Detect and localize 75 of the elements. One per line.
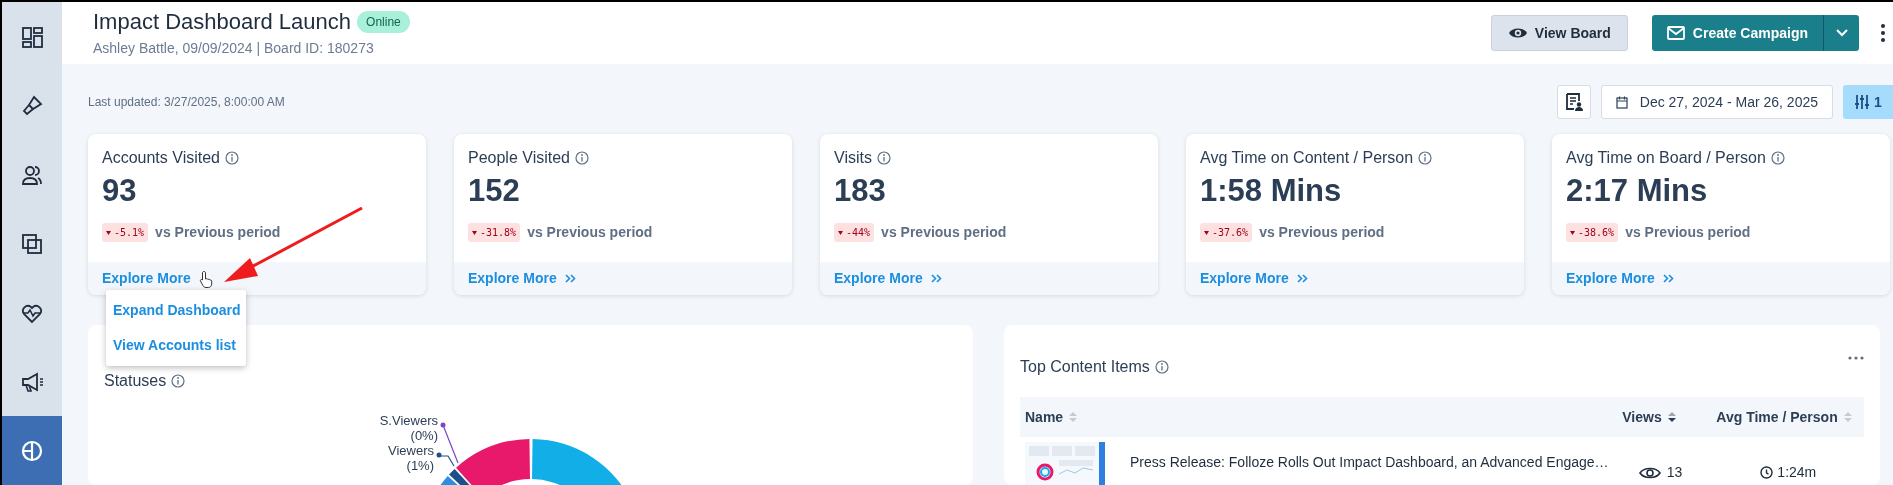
mail-icon [1666,26,1685,40]
metric-title: People Visited [468,148,570,168]
double-chevron-icon [1296,274,1308,283]
clock-icon [1760,466,1774,479]
sidebar-item[interactable] [2,416,62,485]
board-subtitle: Ashley Battle, 09/09/2024 | Board ID: 180273 [93,38,375,58]
column-header[interactable]: Views [1594,406,1704,428]
eye-icon [1638,465,1661,480]
metric-value: 2:17 Mins [1566,172,1709,210]
pie-chart-icon [20,438,44,463]
panel-title: Top Content Items [1020,357,1150,377]
double-chevron-icon [564,274,576,283]
content-name: Press Release: Folloze Rolls Out Impact Dashboard, an Advanced Engage… [1130,453,1609,472]
caret-icon [1835,29,1848,37]
metric-title: Avg Time on Board / Person [1566,148,1766,168]
change-badge: -5.1% [102,223,149,242]
view-board-button[interactable]: View Board [1490,15,1628,51]
legend-label: Viewers [388,443,434,458]
dropdown-button[interactable] [1823,15,1859,51]
metric-value: 183 [834,172,887,210]
info-icon [1154,360,1169,374]
dashboard-icon [20,24,44,49]
avg-time-cell: 1:24m [1712,462,1864,483]
menu-item[interactable]: Expand Dashboard [106,293,246,328]
down-triangle-icon [106,230,111,235]
sliders-icon [1854,94,1871,110]
panel-title: Statuses [104,371,167,391]
comparison-text: vs Previous period [1625,223,1751,242]
last-updated-text: Last updated: 3/27/2025, 8:00:00 AM [88,94,285,111]
info-icon [1770,151,1785,165]
calendar-icon [1615,95,1628,109]
change-badge: -37.6% [1200,223,1253,242]
more-icon[interactable] [1881,24,1885,42]
down-triangle-icon [472,230,477,235]
metric-title: Accounts Visited [102,148,220,168]
comparison-text: vs Previous period [881,223,1007,242]
info-icon [876,151,891,165]
date-range-picker[interactable]: Dec 27, 2024 - Mar 26, 2025 [1600,85,1833,119]
metric-value: 152 [468,172,521,210]
board-title: Impact Dashboard Launch [93,7,352,36]
double-chevron-icon [1662,274,1674,283]
change-badge: -31.8% [468,223,521,242]
filter-button[interactable]: 1 [1843,85,1893,119]
column-header[interactable]: Name [1020,406,1594,428]
metric-value: 93 [102,172,138,210]
down-triangle-icon [1570,230,1575,235]
double-chevron-icon [930,274,942,283]
legend-label: S.Viewers [379,413,438,428]
down-triangle-icon [1204,230,1209,235]
report-icon [1563,92,1584,112]
metric-title: Avg Time on Content / Person [1200,148,1414,168]
status-badge: Online [357,10,410,33]
eye-icon [1507,26,1528,40]
change-badge: -44% [834,223,875,242]
info-icon [171,374,186,388]
metric-title: Visits [834,148,872,168]
change-badge: -38.6% [1566,223,1619,242]
down-triangle-icon [838,230,843,235]
column-header[interactable]: Avg Time / Person [1704,406,1864,428]
legend-percent: (0%) [410,428,438,443]
info-icon [575,151,589,165]
info-icon [1418,151,1433,165]
copy-icon [20,231,44,256]
info-icon [225,151,239,165]
hand-cursor-icon [198,269,213,288]
comparison-text: vs Previous period [1259,223,1385,242]
metric-value: 1:58 Mins [1200,172,1343,210]
comparison-text: vs Previous period [527,223,653,242]
menu-item[interactable]: View Accounts list [106,328,246,363]
report-button[interactable] [1556,85,1591,119]
comparison-text: vs Previous period [155,223,281,242]
legend-percent: (1%) [406,458,434,473]
brush-icon [20,93,44,118]
views-cell: 13 [1608,462,1713,483]
create-campaign-button[interactable]: Create Campaign [1651,15,1823,51]
